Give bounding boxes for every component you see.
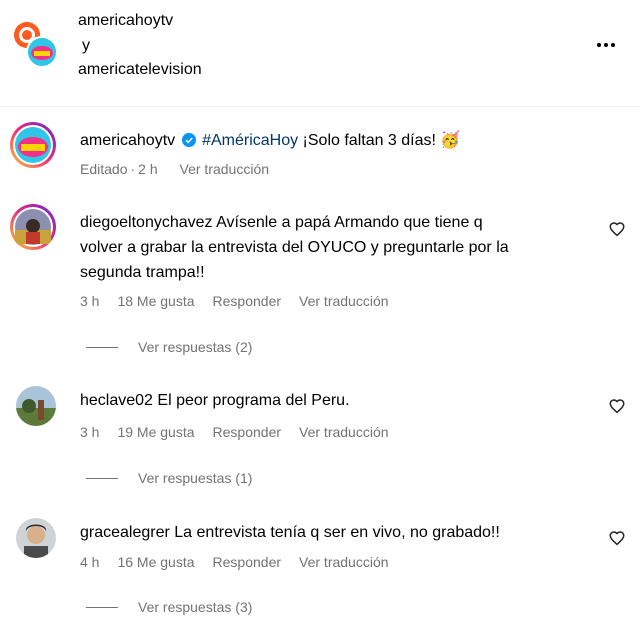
- comment-likes[interactable]: 18 Me gusta: [117, 293, 194, 309]
- heart-icon[interactable]: [608, 529, 626, 547]
- comment-time: 3 h: [80, 293, 100, 309]
- comment-avatar[interactable]: [10, 204, 56, 250]
- post-translate-link[interactable]: Ver traducción: [180, 161, 270, 177]
- user-photo-icon: [16, 386, 56, 426]
- user-photo-icon: [13, 207, 53, 247]
- edited-label: Editado: [80, 161, 128, 177]
- reply-button[interactable]: Responder: [213, 293, 282, 309]
- more-options-button[interactable]: [594, 35, 618, 55]
- view-replies-button[interactable]: Ver respuestas (1): [138, 470, 252, 486]
- comment-text: heclave02 El peor programa del Peru.: [80, 392, 350, 409]
- header-account-2[interactable]: americatelevision: [78, 57, 202, 82]
- more-options-icon: [597, 43, 615, 47]
- comment-meta: 3 h 19 Me gusta Responder Ver traducción: [80, 424, 407, 440]
- header-connector: y: [82, 37, 90, 54]
- comment-avatar[interactable]: [16, 386, 56, 426]
- verified-badge-icon: [181, 130, 196, 155]
- reply-button[interactable]: Responder: [213, 424, 282, 440]
- replies-divider: [86, 478, 118, 479]
- comment-likes[interactable]: 19 Me gusta: [117, 424, 194, 440]
- header-account-1[interactable]: americahoytv: [78, 8, 173, 33]
- heart-icon[interactable]: [608, 220, 626, 238]
- comment-likes[interactable]: 16 Me gusta: [117, 554, 194, 570]
- replies-divider: [86, 607, 118, 608]
- user-photo-icon: [16, 518, 56, 558]
- post-caption-text: ¡Solo faltan 3 días!: [302, 132, 436, 149]
- post-time: 2 h: [138, 161, 158, 177]
- post-avatar[interactable]: [10, 122, 56, 168]
- translate-link[interactable]: Ver traducción: [299, 554, 389, 570]
- americahoy-logo-icon: [13, 125, 53, 165]
- post-username[interactable]: americahoytv: [80, 132, 175, 149]
- comment-username[interactable]: diegoeltonychavez: [80, 214, 213, 231]
- reply-button[interactable]: Responder: [213, 554, 282, 570]
- collab-avatar-americahoy[interactable]: [26, 36, 58, 68]
- post-meta: Editado · 2 h Ver traducción: [80, 161, 270, 177]
- comment-avatar[interactable]: [16, 518, 56, 558]
- comment-username[interactable]: heclave02: [80, 392, 153, 409]
- comment-time: 4 h: [80, 554, 100, 570]
- view-replies-button[interactable]: Ver respuestas (3): [138, 599, 252, 615]
- comment-text: gracealegrer La entrevista tenía q ser e…: [80, 524, 500, 541]
- replies-divider: [86, 347, 118, 348]
- post-hashtag[interactable]: #AméricaHoy: [202, 132, 298, 149]
- comment-meta: 4 h 16 Me gusta Responder Ver traducción: [80, 554, 407, 570]
- comment-username[interactable]: gracealegrer: [80, 524, 170, 541]
- view-replies-button[interactable]: Ver respuestas (2): [138, 339, 252, 355]
- comment-text: diegoeltonychavez Avísenle a papá Armand…: [80, 214, 509, 281]
- translate-link[interactable]: Ver traducción: [299, 424, 389, 440]
- translate-link[interactable]: Ver traducción: [299, 293, 389, 309]
- comment-meta: 3 h 18 Me gusta Responder Ver traducción: [80, 293, 407, 309]
- heart-icon[interactable]: [608, 397, 626, 415]
- party-emoji: 🥳: [440, 132, 461, 149]
- caption-line: americahoytv #AméricaHoy ¡Solo faltan 3 …: [80, 128, 460, 155]
- comment-time: 3 h: [80, 424, 100, 440]
- header-divider: [0, 106, 640, 107]
- americahoy-logo-icon: [28, 38, 56, 66]
